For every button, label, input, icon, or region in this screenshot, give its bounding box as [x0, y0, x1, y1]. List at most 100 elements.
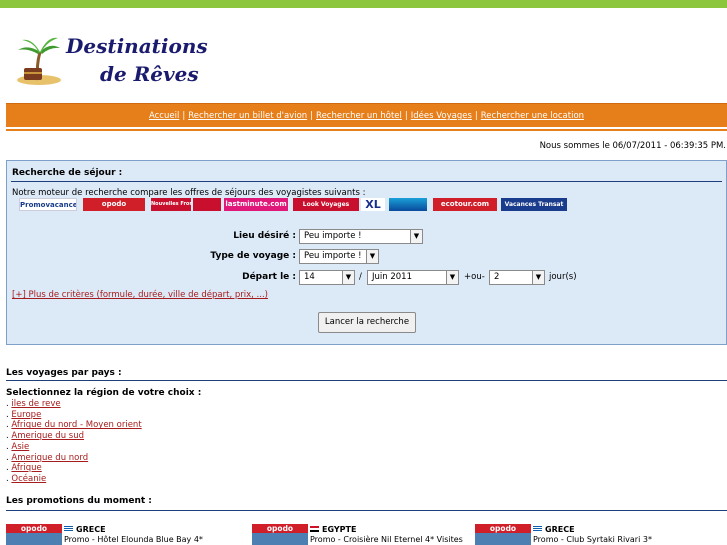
promotions-rule	[6, 510, 727, 511]
region-prompt: Selectionnez la région de votre choix :	[6, 388, 202, 398]
palm-island-icon	[17, 37, 61, 85]
nav-separator: |	[404, 111, 408, 121]
promo-card[interactable]: opodo GRECE Promo - Hôtel Elounda Blue B…	[6, 524, 246, 545]
promo-description[interactable]: Promo - Croisière Nil Eternel 4* Visites	[310, 535, 463, 544]
nav-rental-link[interactable]: Rechercher une location	[481, 111, 584, 121]
region-link-asia[interactable]: Asie	[11, 442, 29, 452]
search-title-rule	[11, 181, 722, 182]
destination-label: Lieu désiré :	[233, 231, 296, 241]
operator-blue-logo	[389, 198, 427, 211]
region-link-north-america[interactable]: Amerique du nord	[11, 453, 88, 463]
region-link-iles[interactable]: iles de reve	[11, 399, 60, 409]
promotions-title: Les promotions du moment :	[6, 496, 152, 506]
region-list: . iles de reve . Europe . Afrique du nor…	[6, 399, 142, 485]
promo-card[interactable]: opodo EGYPTE Promo - Croisière Nil Etern…	[252, 524, 472, 545]
promo-image: opodo	[6, 524, 62, 545]
list-item: . Amerique du sud	[6, 431, 142, 442]
trip-type-select[interactable]: Peu importe ! ▼	[299, 249, 379, 264]
site-title-line2: de Rêves	[100, 62, 199, 86]
more-criteria-link[interactable]: [+] Plus de critères (formule, durée, vi…	[12, 290, 268, 300]
region-link-oceania[interactable]: Océanie	[11, 474, 46, 484]
search-submit-button[interactable]: Lancer la recherche	[318, 312, 416, 333]
nav-underline	[6, 129, 727, 131]
stay-search-panel: Recherche de séjour : Notre moteur de re…	[6, 160, 727, 345]
bullet: .	[6, 463, 9, 474]
region-link-europe[interactable]: Europe	[11, 410, 41, 420]
lastminute-logo: lastminute.com	[224, 198, 288, 211]
greece-flag-icon	[533, 526, 542, 532]
flex-days-value: 2	[494, 272, 500, 282]
departure-month-select[interactable]: Juin 2011 ▼	[367, 270, 459, 285]
region-link-africa[interactable]: Afrique	[11, 463, 41, 473]
list-item: . Europe	[6, 410, 142, 421]
list-item: . Amerique du nord	[6, 453, 142, 464]
destination-row: Lieu désiré : Peu importe ! ▼	[7, 229, 727, 245]
nav-hotel-link[interactable]: Rechercher un hôtel	[316, 111, 402, 121]
promo-country: EGYPTE	[322, 525, 357, 534]
current-date: Nous sommes le 06/07/2011 - 06:39:35 PM.	[539, 141, 726, 151]
list-item: . Asie	[6, 442, 142, 453]
promo-operator-label: opodo	[20, 524, 48, 533]
site-logo[interactable]: Destinations de Rêves	[14, 28, 234, 88]
departure-day-value: 14	[304, 272, 315, 282]
promo-description[interactable]: Promo - Club Syrtaki Rivari 3*	[533, 535, 652, 544]
bullet: .	[6, 409, 9, 420]
list-item: . Afrique	[6, 463, 142, 474]
departure-day-select[interactable]: 14 ▼	[299, 270, 355, 285]
greece-flag-icon	[64, 526, 73, 532]
date-slash: /	[359, 272, 362, 282]
promo-country: GRECE	[76, 525, 106, 534]
departure-label: Départ le :	[242, 272, 296, 282]
nav-separator: |	[310, 111, 314, 121]
destination-value: Peu importe !	[304, 231, 362, 241]
list-item: . iles de reve	[6, 399, 142, 410]
trip-type-label: Type de voyage :	[210, 251, 296, 261]
nav-items: Accueil | Rechercher un billet d'avion | Rec…	[6, 111, 727, 121]
promo-description[interactable]: Promo - Hôtel Elounda Blue Bay 4*	[64, 535, 203, 544]
promo-operator-label: opodo	[489, 524, 517, 533]
opodo-logo: opodo	[83, 198, 145, 211]
xl-logo: XL	[361, 198, 385, 211]
list-item: . Afrique du nord - Moyen orient	[6, 420, 142, 431]
nav-flight-link[interactable]: Rechercher un billet d'avion	[188, 111, 307, 121]
departure-row: Départ le : 14 ▼ / Juin 2011 ▼ +ou- 2 ▼ …	[7, 270, 727, 286]
promo-country: GRECE	[545, 525, 575, 534]
list-item: . Océanie	[6, 474, 142, 485]
by-country-title: Les voyages par pays :	[6, 368, 122, 378]
bullet: .	[6, 420, 9, 431]
nav-home-link[interactable]: Accueil	[149, 111, 179, 121]
nav-separator: |	[182, 111, 186, 121]
chevron-down-icon: ▼	[446, 271, 458, 284]
transat-logo: Vacances Transat	[501, 198, 567, 211]
destination-select[interactable]: Peu importe ! ▼	[299, 229, 423, 244]
region-link-north-africa[interactable]: Afrique du nord - Moyen orient	[11, 420, 141, 430]
operator-logos: Promovacances opodo Nouvelles Frontières…	[19, 198, 579, 211]
bullet: .	[6, 473, 9, 484]
bullet: .	[6, 431, 9, 442]
chevron-down-icon: ▼	[410, 230, 422, 243]
flex-days-select[interactable]: 2 ▼	[489, 270, 545, 285]
engine-description: Notre moteur de recherche compare les of…	[12, 188, 366, 198]
nouvelles-frontieres-logo: Nouvelles Frontières	[151, 198, 191, 211]
nav-separator: |	[474, 111, 478, 121]
chevron-down-icon: ▼	[366, 250, 378, 263]
bullet: .	[6, 399, 9, 409]
promo-operator-label: opodo	[266, 524, 294, 533]
promovacances-logo: Promovacances	[19, 198, 77, 211]
promo-card[interactable]: opodo GRECE Promo - Club Syrtaki Rivari …	[475, 524, 695, 545]
site-title: Destinations de Rêves	[66, 32, 208, 88]
nav-ideas-link[interactable]: Idées Voyages	[411, 111, 472, 121]
promo-image: opodo	[252, 524, 308, 545]
egypt-flag-icon	[310, 526, 319, 532]
plus-minus-label: +ou-	[464, 272, 485, 282]
region-link-south-america[interactable]: Amerique du sud	[11, 431, 84, 441]
bullet: .	[6, 441, 9, 452]
search-title: Recherche de séjour :	[12, 168, 123, 178]
ecotour-logo: ecotour.com	[433, 198, 497, 211]
look-voyages-logo: Look Voyages	[293, 198, 359, 211]
chevron-down-icon: ▼	[532, 271, 544, 284]
promo-image: opodo	[475, 524, 531, 545]
top-green-bar	[0, 0, 727, 8]
by-country-rule	[6, 380, 727, 381]
site-title-line1: Destinations	[66, 34, 208, 58]
